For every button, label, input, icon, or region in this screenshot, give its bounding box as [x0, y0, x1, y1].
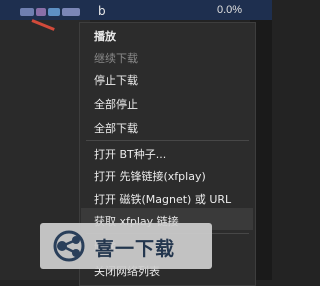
menu-item-open-bt[interactable]: 打开 BT种子...: [94, 146, 166, 162]
watermark-logo-icon: [53, 230, 85, 262]
list-item-label: b: [98, 4, 106, 18]
blurred-content: [20, 8, 34, 16]
blurred-content: [62, 8, 80, 16]
menu-item-open-xfplay[interactable]: 打开 先锋链接(xfplay): [94, 168, 206, 184]
menu-item-stop[interactable]: 停止下载: [94, 72, 138, 88]
watermark: 喜一下载: [40, 223, 212, 269]
progress-text: 0.0%: [217, 4, 243, 16]
menu-item-resume[interactable]: 继续下载: [94, 50, 138, 66]
menu-item-stop-all[interactable]: 全部停止: [94, 96, 138, 112]
blurred-content: [48, 8, 60, 16]
watermark-text: 喜一下载: [95, 238, 176, 260]
menu-item-download-all[interactable]: 全部下载: [94, 120, 138, 136]
menu-item-open-magnet[interactable]: 打开 磁铁(Magnet) 或 URL: [94, 191, 231, 207]
selected-list-row[interactable]: b 0.0%: [0, 0, 272, 20]
blurred-content: [36, 8, 46, 16]
menu-item-play[interactable]: 播放: [94, 28, 116, 44]
menu-separator: [86, 140, 249, 141]
